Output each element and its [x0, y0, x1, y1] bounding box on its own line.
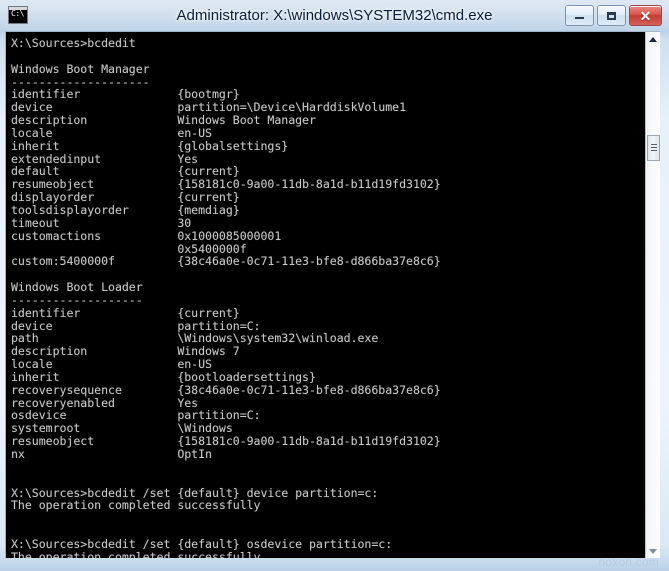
console-text: X:\Sources>bcdedit Windows Boot Manager …	[11, 36, 441, 558]
scrollbar-thumb[interactable]	[647, 135, 660, 161]
maximize-button[interactable]	[597, 5, 626, 26]
chevron-down-icon	[649, 549, 657, 554]
chevron-up-icon	[649, 37, 657, 42]
watermark-text: noxon.com	[598, 555, 659, 569]
minimize-button[interactable]	[565, 5, 594, 26]
minimize-icon	[566, 6, 593, 25]
close-button[interactable]: ✕	[629, 5, 662, 26]
maximize-icon	[598, 6, 625, 25]
close-icon: ✕	[639, 7, 652, 24]
grip-icon	[651, 144, 657, 152]
scroll-up-button[interactable]	[646, 32, 660, 47]
console-window: C:\ Administrator: X:\windows\SYSTEM32\c…	[0, 0, 669, 571]
vertical-scrollbar[interactable]	[645, 32, 660, 558]
title-bar[interactable]: C:\ Administrator: X:\windows\SYSTEM32\c…	[0, 0, 669, 31]
console-client-area: X:\Sources>bcdedit Windows Boot Manager …	[5, 31, 660, 558]
console-output-area[interactable]: X:\Sources>bcdedit Windows Boot Manager …	[6, 32, 646, 558]
